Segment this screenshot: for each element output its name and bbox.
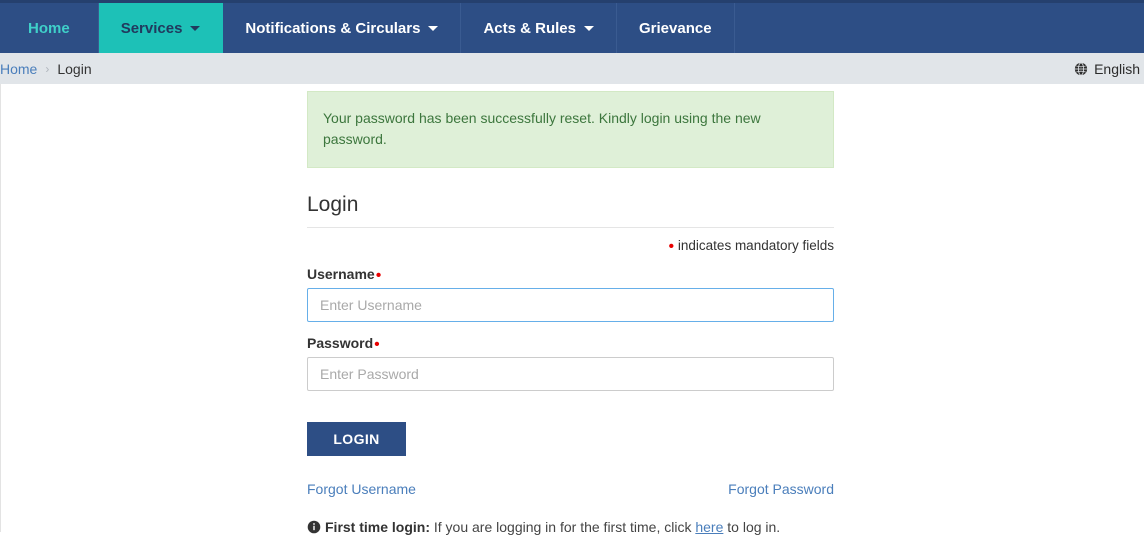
main-navigation-bar: Home Services Notifications & Circulars … (0, 0, 1144, 53)
content-area: Your password has been successfully rese… (1, 84, 1144, 535)
breadcrumb-current-login: Login (57, 60, 92, 77)
chevron-down-icon (190, 25, 201, 31)
first-time-login-text-after: to log in. (723, 519, 781, 535)
nav-item-grievance-label: Grievance (639, 19, 712, 37)
username-label: Username• (307, 266, 834, 284)
nav-item-services-label: Services (120, 19, 183, 37)
breadcrumb-bar: Home › Login English (0, 53, 1144, 84)
nav-item-notifications-circulars-label: Notifications & Circulars (245, 19, 421, 37)
nav-item-acts-rules[interactable]: Acts & Rules (461, 3, 617, 53)
nav-item-grievance[interactable]: Grievance (617, 3, 735, 53)
password-label: Password• (307, 335, 834, 353)
username-field-block: Username• (307, 266, 834, 322)
password-field-block: Password• (307, 335, 834, 391)
first-time-login-text-before: If you are logging in for the first time… (430, 519, 696, 535)
mandatory-fields-note: • indicates mandatory fields (307, 238, 834, 255)
required-dot-icon: • (375, 267, 382, 284)
globe-icon (1074, 61, 1088, 76)
required-dot-icon: • (668, 238, 675, 255)
forgot-username-link[interactable]: Forgot Username (307, 481, 416, 497)
login-button[interactable]: LOGIN (307, 422, 406, 456)
breadcrumb: Home › Login (0, 61, 1074, 77)
first-time-login-here-link[interactable]: here (695, 519, 723, 535)
password-reset-success-alert: Your password has been successfully rese… (307, 91, 834, 168)
nav-item-notifications-circulars[interactable]: Notifications & Circulars (223, 3, 462, 53)
nav-item-home[interactable]: Home (0, 3, 99, 53)
page-body: Your password has been successfully rese… (0, 84, 1144, 535)
nav-item-home-label: Home (28, 19, 70, 37)
password-input[interactable] (307, 357, 834, 391)
page-title: Login (307, 192, 834, 228)
chevron-down-icon (584, 25, 594, 31)
forgot-password-link[interactable]: Forgot Password (728, 481, 834, 497)
username-input[interactable] (307, 288, 834, 322)
first-time-login-bold-prefix: First time login: (325, 519, 430, 535)
language-label: English (1094, 60, 1140, 77)
language-selector[interactable]: English (1074, 61, 1140, 77)
nav-item-acts-rules-label: Acts & Rules (483, 19, 576, 37)
login-form-column: Your password has been successfully rese… (307, 84, 834, 538)
nav-empty-space (735, 3, 1144, 53)
forgot-links-row: Forgot Username Forgot Password (307, 481, 834, 497)
breadcrumb-link-home[interactable]: Home (0, 61, 37, 77)
chevron-down-icon (428, 25, 439, 31)
required-dot-icon: • (374, 336, 380, 353)
password-label-text: Password (307, 335, 374, 351)
breadcrumb-separator-icon: › (45, 61, 50, 76)
nav-item-services[interactable]: Services (98, 3, 224, 53)
first-time-login-note: First time login: If you are logging in … (307, 517, 834, 538)
alert-message: Your password has been successfully rese… (323, 110, 761, 147)
mandatory-fields-note-label: indicates mandatory fields (677, 238, 834, 253)
username-label-text: Username (307, 266, 375, 282)
